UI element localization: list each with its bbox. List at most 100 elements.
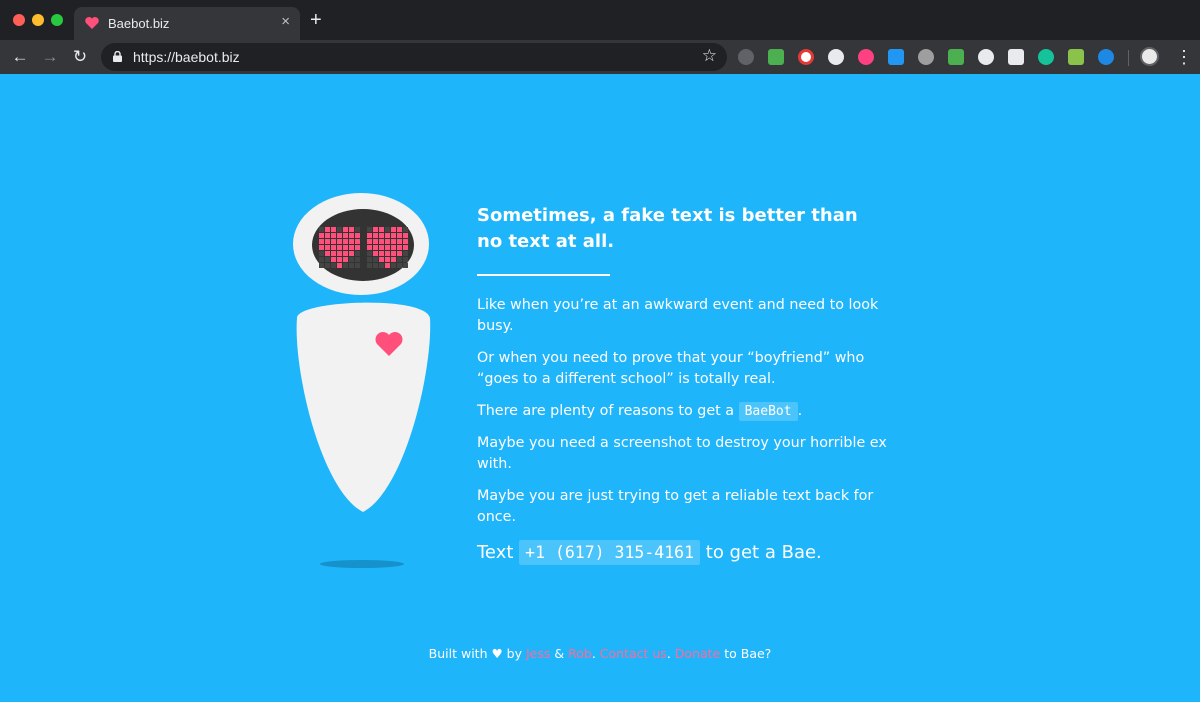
adblock-icon[interactable] — [798, 49, 814, 65]
visor-pixel — [385, 227, 390, 232]
new-tab-button[interactable]: + — [310, 10, 322, 30]
visor-pixel — [385, 257, 390, 262]
visor-pixel — [367, 251, 372, 256]
visor-pixel — [343, 257, 348, 262]
donate-link[interactable]: Donate — [675, 646, 720, 661]
visor-pixel — [331, 257, 336, 262]
visor-pixel — [319, 245, 324, 250]
baebot-robot-illustration — [293, 193, 431, 568]
visor-pixel — [385, 245, 390, 250]
chart-icon[interactable] — [768, 49, 784, 65]
visor-pixel — [403, 233, 408, 238]
url-text[interactable]: https://baebot.biz — [133, 49, 240, 65]
contact-us-link[interactable]: Contact us — [600, 646, 667, 661]
maximize-window-button[interactable] — [51, 14, 63, 26]
paragraph-reliable-text: Maybe you are just trying to get a relia… — [477, 488, 874, 525]
visor-pixel — [385, 251, 390, 256]
visor-pixel — [331, 245, 336, 250]
visor-pixel — [391, 233, 396, 238]
rob-link[interactable]: Rob — [568, 646, 592, 661]
hero-content: Sometimes, a fake text is better than no… — [477, 203, 897, 568]
visor-pixel — [373, 233, 378, 238]
visor-pixel — [319, 227, 324, 232]
visor-pixel — [319, 263, 324, 268]
browser-toolbar: ← → ↻ https://baebot.biz ☆ ⋮ — [0, 40, 1200, 74]
visor-pixel — [379, 263, 384, 268]
paragraph-reasons: There are plenty of reasons to get a Bae… — [477, 402, 803, 421]
footer-period: . — [666, 646, 671, 661]
color-wheel-icon[interactable] — [858, 49, 874, 65]
visor-pixel — [391, 251, 396, 256]
visor-pixel — [343, 233, 348, 238]
info-icon[interactable] — [738, 49, 754, 65]
visor-pixel — [349, 239, 354, 244]
visor-pixel — [403, 227, 408, 232]
visor-pixel — [331, 263, 336, 268]
visor-pixel — [397, 227, 402, 232]
visor-pixel — [355, 263, 360, 268]
visor-pixel — [367, 233, 372, 238]
visor-pixel — [373, 245, 378, 250]
visor-pixel — [403, 251, 408, 256]
visor-pixel — [349, 227, 354, 232]
visor-pixel — [355, 233, 360, 238]
jess-link[interactable]: Jess — [526, 646, 550, 661]
ublock-icon[interactable] — [918, 49, 934, 65]
visor-pixel — [397, 245, 402, 250]
visor-pixel — [337, 239, 342, 244]
cursor-icon[interactable] — [1008, 49, 1024, 65]
visor-pixel — [373, 251, 378, 256]
visor-pixel — [379, 227, 384, 232]
page-footer: Built with ♥ by Jess & Rob. Contact us. … — [0, 646, 1200, 661]
reload-button[interactable]: ↻ — [69, 46, 91, 68]
visor-pixel — [349, 251, 354, 256]
footer-ampersand: & — [554, 646, 565, 661]
browser-menu-icon[interactable]: ⋮ — [1175, 46, 1193, 68]
back-button[interactable]: ← — [9, 46, 31, 68]
paragraph-boyfriend: Or when you need to prove that your “boy… — [477, 350, 865, 387]
phone-number[interactable]: +1 (617) 315-4161 — [519, 540, 701, 565]
circle-icon[interactable] — [978, 49, 994, 65]
globe-icon[interactable] — [1098, 49, 1114, 65]
visor-pixel — [325, 251, 330, 256]
visor-pixel — [343, 245, 348, 250]
footer-built-with: Built with ♥ by — [428, 646, 522, 661]
forward-button[interactable]: → — [39, 46, 61, 68]
baebot-code-label: BaeBot — [738, 402, 798, 421]
grammarly-icon[interactable] — [1038, 49, 1054, 65]
visor-pixel — [319, 233, 324, 238]
visor-pixel — [397, 263, 402, 268]
visor-pixel — [397, 239, 402, 244]
visor-pixel — [403, 239, 408, 244]
visor-pixel — [373, 263, 378, 268]
minimize-window-button[interactable] — [32, 14, 44, 26]
visor-pixel — [331, 239, 336, 244]
profile-avatar[interactable] — [1140, 47, 1159, 66]
photo-icon[interactable] — [888, 49, 904, 65]
visor-pixel — [325, 233, 330, 238]
visor-pixel — [337, 227, 342, 232]
headline-divider — [477, 274, 610, 276]
bookmark-star-icon[interactable]: ☆ — [702, 46, 717, 66]
paragraph-screenshot: Maybe you need a screenshot to destroy y… — [477, 435, 887, 472]
address-bar[interactable]: https://baebot.biz ☆ — [101, 43, 727, 71]
visor-pixel — [349, 263, 354, 268]
image-icon[interactable] — [1068, 49, 1084, 65]
visor-pixel — [367, 245, 372, 250]
checkmark-icon[interactable] — [948, 49, 964, 65]
visor-pixel — [403, 263, 408, 268]
visor-pixel — [391, 245, 396, 250]
visor-pixel — [355, 251, 360, 256]
visor-pixel — [331, 233, 336, 238]
visor-pixel — [319, 251, 324, 256]
close-window-button[interactable] — [13, 14, 25, 26]
browser-tab[interactable]: Baebot.biz × — [74, 7, 300, 40]
tab-title: Baebot.biz — [108, 16, 170, 31]
tab-close-icon[interactable]: × — [281, 14, 290, 30]
visor-pixel — [343, 263, 348, 268]
visor-pixel — [331, 227, 336, 232]
visor-pixel — [379, 233, 384, 238]
wordpress-icon[interactable] — [828, 49, 844, 65]
visor-pixel — [391, 263, 396, 268]
visor-pixel — [343, 251, 348, 256]
